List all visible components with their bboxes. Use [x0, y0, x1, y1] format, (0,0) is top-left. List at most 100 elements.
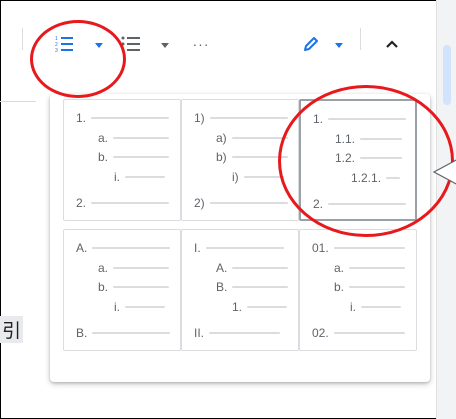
list-style-marker: 1.: [313, 112, 324, 126]
list-style-row: 2.: [76, 196, 170, 210]
list-style-row: i): [232, 170, 284, 184]
list-style-row: a.: [98, 131, 170, 145]
list-style-row: a): [216, 131, 288, 145]
list-style-row: 1): [194, 111, 288, 125]
bulleted-list-dropdown-caret[interactable]: [160, 40, 170, 50]
list-style-row: b.: [98, 280, 170, 294]
list-style-row: 1.: [313, 112, 407, 126]
list-style-marker: 2.: [313, 197, 324, 211]
list-style-row: b.: [98, 150, 170, 164]
list-style-marker: a.: [98, 261, 109, 275]
list-style-marker: i.: [114, 170, 120, 184]
list-style-option[interactable]: 1. a. b. i. 2.: [63, 99, 181, 221]
list-style-line: [349, 286, 406, 288]
list-style-marker: 1.: [76, 111, 87, 125]
list-style-line: [91, 117, 170, 119]
list-style-line: [333, 332, 405, 334]
list-style-line: [209, 117, 288, 119]
list-style-marker: A.: [76, 241, 88, 255]
list-style-marker: a.: [334, 261, 345, 275]
list-style-row: 1.2.: [335, 151, 403, 165]
editing-mode-dropdown-caret[interactable]: [334, 40, 344, 50]
list-style-marker: B.: [76, 326, 88, 340]
list-style-marker: a): [216, 131, 227, 145]
list-style-row: 1.: [232, 300, 288, 314]
document-margin: [0, 72, 36, 102]
toolbar-divider: [22, 28, 23, 50]
list-style-marker: 2.: [76, 196, 87, 210]
list-style-marker: 01.: [312, 241, 329, 255]
list-style-row: A.: [216, 261, 289, 275]
list-style-line: [113, 137, 170, 139]
list-style-marker: i.: [350, 300, 356, 314]
list-style-line: [231, 156, 288, 158]
list-style-marker: II.: [194, 326, 205, 340]
list-style-row: i.: [350, 300, 401, 314]
list-style-marker: 1): [194, 111, 205, 125]
list-style-marker: 02.: [312, 326, 329, 340]
list-style-line: [243, 176, 284, 178]
list-style-line: [333, 247, 405, 249]
list-style-line: [328, 118, 407, 120]
collapse-toolbar-icon[interactable]: [380, 32, 404, 56]
list-style-marker: B.: [216, 280, 228, 294]
list-style-marker: 1.1.: [335, 132, 356, 146]
toolbar-divider: [360, 28, 361, 50]
list-style-row: B.: [216, 280, 289, 294]
list-style-row: a.: [334, 261, 406, 275]
pen-icon[interactable]: [298, 32, 324, 56]
list-style-row: B.: [76, 326, 171, 340]
callout-pointer: [432, 159, 456, 185]
list-style-marker: I.: [194, 241, 201, 255]
list-style-line: [349, 267, 406, 269]
list-style-marker: 2): [194, 196, 205, 210]
list-style-row: 01.: [312, 241, 405, 255]
list-style-row: I.: [194, 241, 284, 255]
list-style-marker: b.: [98, 150, 109, 164]
numbered-list-icon[interactable]: 1 2 3: [52, 32, 76, 56]
list-style-row: i.: [114, 170, 165, 184]
numbered-list-menu: 1. a. b. i. 2. 1) a) b) i) 2) 1. 1.1. 1.2. 1.2.1. 2. A.…: [50, 94, 430, 382]
list-style-marker: a.: [98, 131, 109, 145]
list-style-option[interactable]: 01. a. b. i. 02.: [299, 229, 417, 351]
list-style-option[interactable]: 1) a) b) i) 2): [181, 99, 299, 221]
list-style-row: 2): [194, 196, 288, 210]
list-style-line: [113, 267, 170, 269]
list-style-line: [92, 332, 171, 334]
toolbar: 1 2 3 ···: [0, 14, 456, 72]
list-style-row: 1.2.1.: [351, 171, 401, 185]
list-style-line: [360, 157, 403, 159]
list-style-row: A.: [76, 241, 171, 255]
list-style-row: 02.: [312, 326, 405, 340]
list-style-row: II.: [194, 326, 281, 340]
list-style-line: [209, 332, 281, 334]
list-style-line: [386, 177, 401, 179]
list-style-row: b): [216, 150, 288, 164]
list-style-line: [231, 137, 288, 139]
list-style-marker: b): [216, 150, 227, 164]
list-style-option[interactable]: I. A. B. 1. II.: [181, 229, 299, 351]
list-style-line: [125, 176, 165, 178]
list-style-marker: i): [232, 170, 239, 184]
list-style-line: [125, 306, 165, 308]
list-style-marker: b.: [334, 280, 345, 294]
list-style-line: [209, 202, 288, 204]
list-style-line: [205, 247, 284, 249]
bulleted-list-icon[interactable]: [118, 32, 144, 56]
list-style-line: [360, 138, 403, 140]
list-style-row: i.: [114, 300, 165, 314]
list-style-option[interactable]: 1. 1.1. 1.2. 1.2.1. 2.: [299, 99, 417, 221]
numbered-list-dropdown-caret[interactable]: [94, 40, 104, 50]
list-style-line: [232, 267, 289, 269]
list-style-marker: 1.: [232, 300, 243, 314]
list-style-line: [92, 247, 171, 249]
list-style-marker: b.: [98, 280, 109, 294]
more-options-button[interactable]: ···: [188, 34, 214, 54]
list-style-line: [232, 286, 289, 288]
list-style-row: 2.: [313, 197, 407, 211]
list-style-marker: 1.2.1.: [351, 171, 382, 185]
list-style-line: [91, 202, 170, 204]
list-style-row: 1.1.: [335, 132, 403, 146]
document-text-fragment: 引: [0, 316, 24, 343]
list-style-option[interactable]: A. a. b. i. B.: [63, 229, 181, 351]
